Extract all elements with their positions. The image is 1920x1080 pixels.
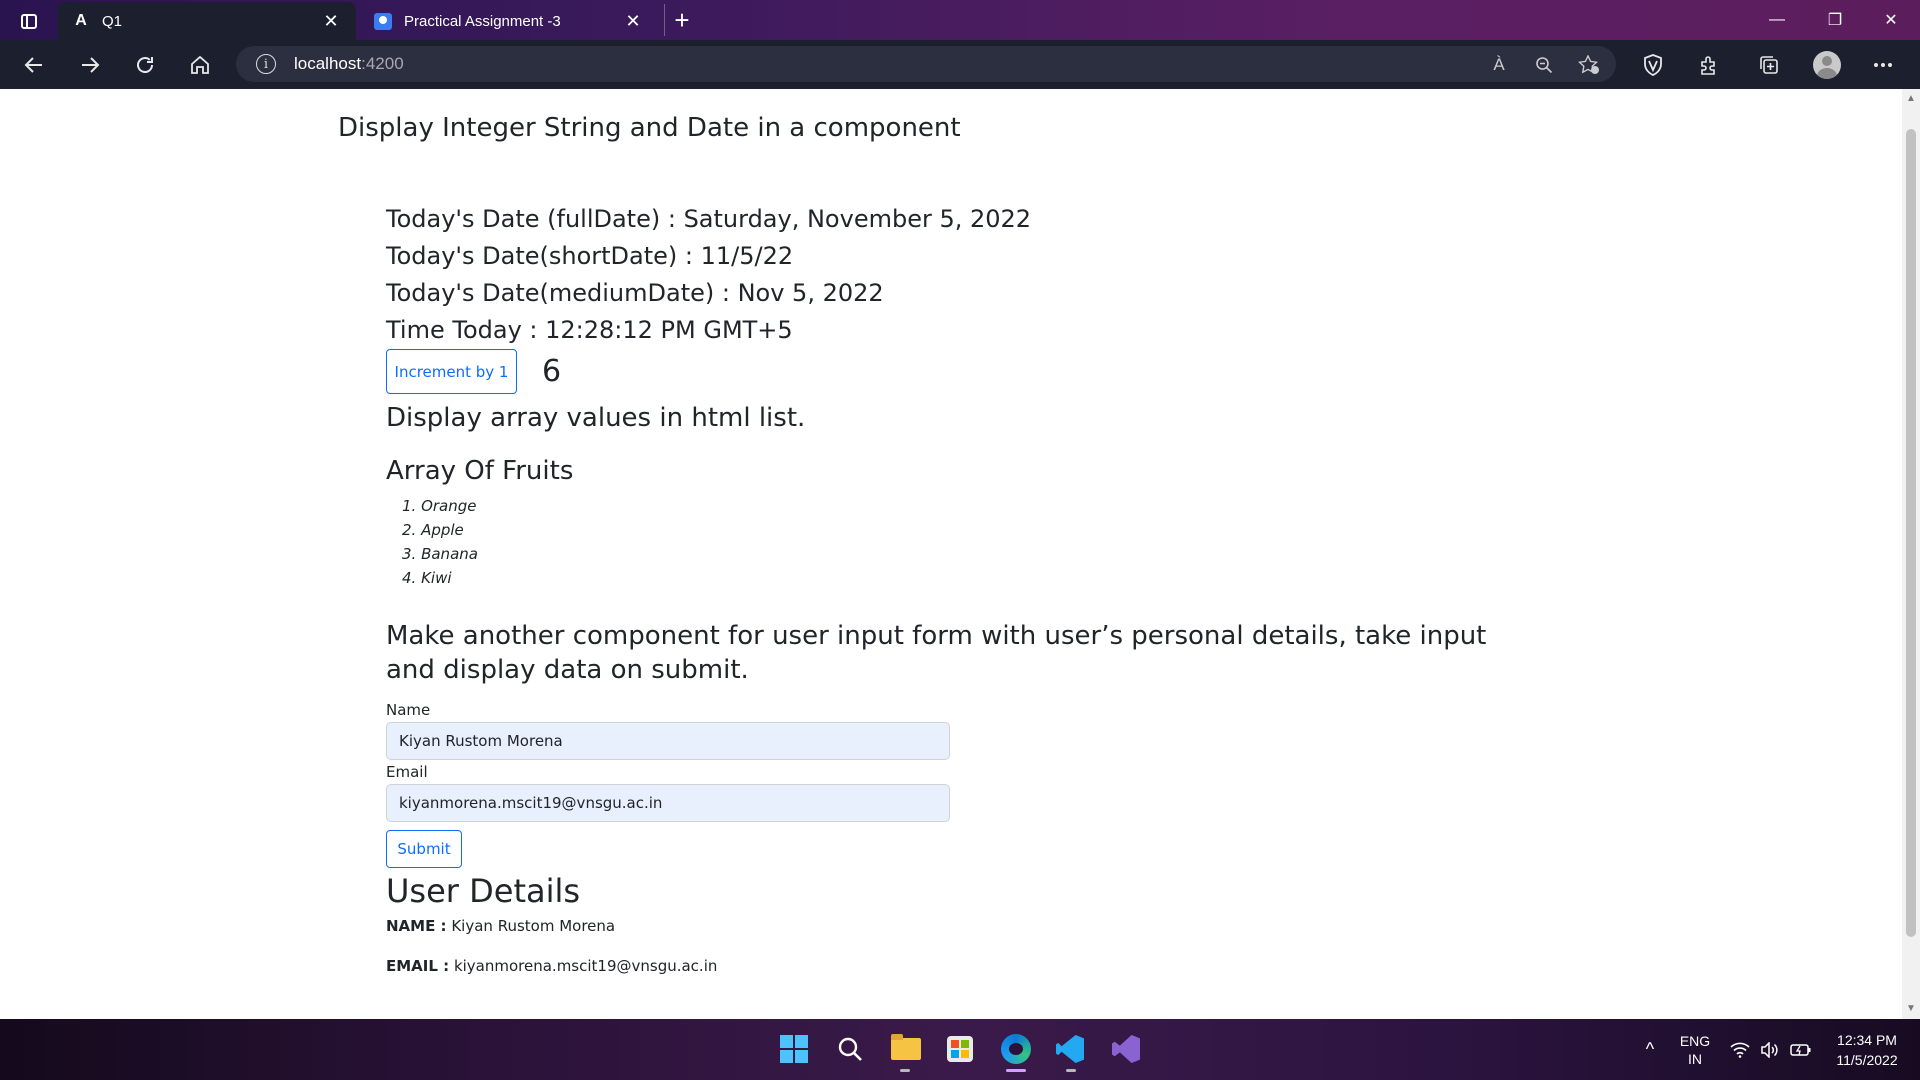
time-text: Time Today : 12:28:12 PM GMT+5 bbox=[386, 316, 793, 344]
collections-icon[interactable] bbox=[1752, 48, 1786, 82]
scrollbar-thumb[interactable] bbox=[1906, 129, 1916, 937]
email-detail: EMAIL : kiyanmorena.mscit19@vnsgu.ac.in bbox=[386, 957, 717, 975]
tab-q1[interactable]: A Q1 ✕ bbox=[58, 2, 356, 40]
email-detail-label: EMAIL : bbox=[386, 957, 450, 975]
date-display: Today's Date (fullDate) : Saturday, Nove… bbox=[386, 201, 1031, 349]
arrow-right-icon bbox=[82, 57, 100, 73]
form-section-heading: Make another component for user input fo… bbox=[386, 621, 1487, 685]
clock[interactable]: 12:34 PM 11/5/2022 bbox=[1822, 1019, 1912, 1080]
edge-button[interactable] bbox=[996, 1029, 1036, 1069]
url-port: :4200 bbox=[361, 54, 404, 73]
page-title: Display Integer String and Date in a com… bbox=[338, 113, 961, 143]
email-label: Email bbox=[386, 763, 428, 781]
url-host: localhost bbox=[294, 54, 362, 73]
tab-practical-assignment[interactable]: Practical Assignment -3 ✕ bbox=[360, 2, 658, 40]
search-icon bbox=[838, 1037, 862, 1061]
submit-button[interactable]: Submit bbox=[386, 830, 462, 868]
fruits-heading: Array Of Fruits bbox=[386, 456, 574, 486]
list-item: 1. Orange bbox=[402, 497, 477, 515]
battery-icon bbox=[1790, 1043, 1811, 1056]
shield-icon[interactable] bbox=[1636, 48, 1670, 82]
wifi-icon bbox=[1730, 1042, 1750, 1058]
name-detail-label: NAME : bbox=[386, 917, 447, 935]
active-indicator bbox=[1006, 1069, 1026, 1072]
page-scrollbar[interactable]: ▲ ▼ bbox=[1902, 89, 1920, 1019]
forward-button[interactable] bbox=[72, 48, 108, 82]
workspaces-icon[interactable] bbox=[14, 8, 44, 34]
full-date-text: Today's Date (fullDate) : Saturday, Nove… bbox=[386, 205, 1032, 233]
restore-button[interactable]: ❐ bbox=[1806, 0, 1864, 40]
tab-close-icon[interactable]: ✕ bbox=[622, 11, 644, 32]
store-icon bbox=[947, 1036, 973, 1062]
list-item: 2. Apple bbox=[402, 521, 464, 539]
running-indicator bbox=[1066, 1069, 1076, 1072]
short-date-text: Today's Date(shortDate) : 11/5/22 bbox=[386, 242, 794, 270]
extensions-icon[interactable] bbox=[1692, 48, 1726, 82]
email-detail-value: kiyanmorena.mscit19@vnsgu.ac.in bbox=[453, 957, 718, 975]
visual-studio-icon bbox=[1112, 1035, 1140, 1063]
refresh-button[interactable] bbox=[127, 48, 163, 82]
name-detail: NAME : Kiyan Rustom Morena bbox=[386, 917, 615, 935]
windows-taskbar bbox=[0, 1019, 1920, 1080]
more-menu-icon[interactable] bbox=[1866, 48, 1900, 82]
scroll-down-icon[interactable]: ▼ bbox=[1906, 1003, 1916, 1014]
increment-button[interactable]: Increment by 1 bbox=[386, 349, 517, 394]
scroll-up-icon[interactable]: ▲ bbox=[1906, 93, 1916, 104]
refresh-icon bbox=[137, 57, 153, 73]
tab-close-icon[interactable]: ✕ bbox=[320, 11, 342, 32]
clock-date: 11/5/2022 bbox=[1836, 1051, 1898, 1068]
name-label: Name bbox=[386, 701, 431, 719]
list-item: 3. Banana bbox=[402, 545, 478, 563]
add-favorite-icon[interactable] bbox=[1576, 54, 1602, 76]
zoom-out-icon[interactable] bbox=[1531, 54, 1557, 76]
start-button[interactable] bbox=[774, 1029, 814, 1069]
back-button[interactable] bbox=[16, 48, 52, 82]
close-window-button[interactable]: ✕ bbox=[1862, 0, 1920, 40]
clock-time: 12:34 PM bbox=[1837, 1031, 1897, 1048]
visual-studio-button[interactable] bbox=[1106, 1029, 1146, 1069]
counter-value: 6 bbox=[542, 354, 562, 389]
microsoft-store-button[interactable] bbox=[940, 1029, 980, 1069]
medium-date-text: Today's Date(mediumDate) : Nov 5, 2022 bbox=[386, 279, 884, 307]
language-indicator[interactable]: ENG IN bbox=[1672, 1019, 1718, 1080]
edge-icon bbox=[1001, 1034, 1031, 1064]
windows-logo-icon bbox=[780, 1035, 808, 1063]
email-input[interactable] bbox=[386, 784, 950, 822]
classroom-favicon-icon bbox=[374, 12, 392, 30]
search-button[interactable] bbox=[830, 1029, 870, 1069]
list-item: 4. Kiwi bbox=[402, 569, 452, 587]
system-status-icons[interactable] bbox=[1726, 1019, 1816, 1080]
home-button[interactable] bbox=[182, 48, 218, 82]
fruit-list: 1. Orange 2. Apple 3. Banana 4. Kiwi bbox=[402, 494, 478, 590]
folder-icon bbox=[891, 1034, 921, 1060]
arrow-left-icon bbox=[24, 57, 42, 73]
angular-favicon-icon: A bbox=[75, 12, 87, 29]
vscode-button[interactable] bbox=[1050, 1029, 1090, 1069]
tab-title: Q1 bbox=[102, 12, 123, 30]
name-input[interactable] bbox=[386, 722, 950, 760]
url-text[interactable]: localhost:4200 bbox=[294, 54, 404, 74]
running-indicator bbox=[900, 1069, 910, 1072]
tray-overflow-icon[interactable]: ^ bbox=[1636, 1019, 1664, 1080]
tab-title: Practical Assignment -3 bbox=[404, 12, 561, 30]
address-bar[interactable]: i localhost:4200 À bbox=[236, 46, 1616, 82]
user-details-heading: User Details bbox=[386, 872, 581, 910]
language-code: ENG bbox=[1679, 1032, 1711, 1049]
array-section-heading: Display array values in html list. bbox=[386, 403, 806, 433]
new-tab-button[interactable]: + bbox=[664, 4, 699, 36]
region-code: IN bbox=[1688, 1050, 1702, 1067]
read-aloud-icon[interactable]: À bbox=[1486, 54, 1512, 76]
profile-avatar[interactable] bbox=[1810, 48, 1844, 82]
file-explorer-button[interactable] bbox=[886, 1029, 926, 1069]
vscode-icon bbox=[1056, 1035, 1084, 1063]
minimize-button[interactable]: — bbox=[1748, 0, 1806, 40]
browser-tab-strip: A Q1 ✕ Practical Assignment -3 ✕ + — ❐ ✕ bbox=[0, 0, 1920, 40]
site-info-icon[interactable]: i bbox=[256, 54, 276, 74]
home-icon bbox=[191, 55, 209, 74]
page-content: Display Integer String and Date in a com… bbox=[0, 89, 1902, 1019]
browser-toolbar: i localhost:4200 À bbox=[0, 40, 1920, 89]
name-detail-value: Kiyan Rustom Morena bbox=[451, 917, 616, 935]
volume-icon bbox=[1761, 1041, 1778, 1058]
